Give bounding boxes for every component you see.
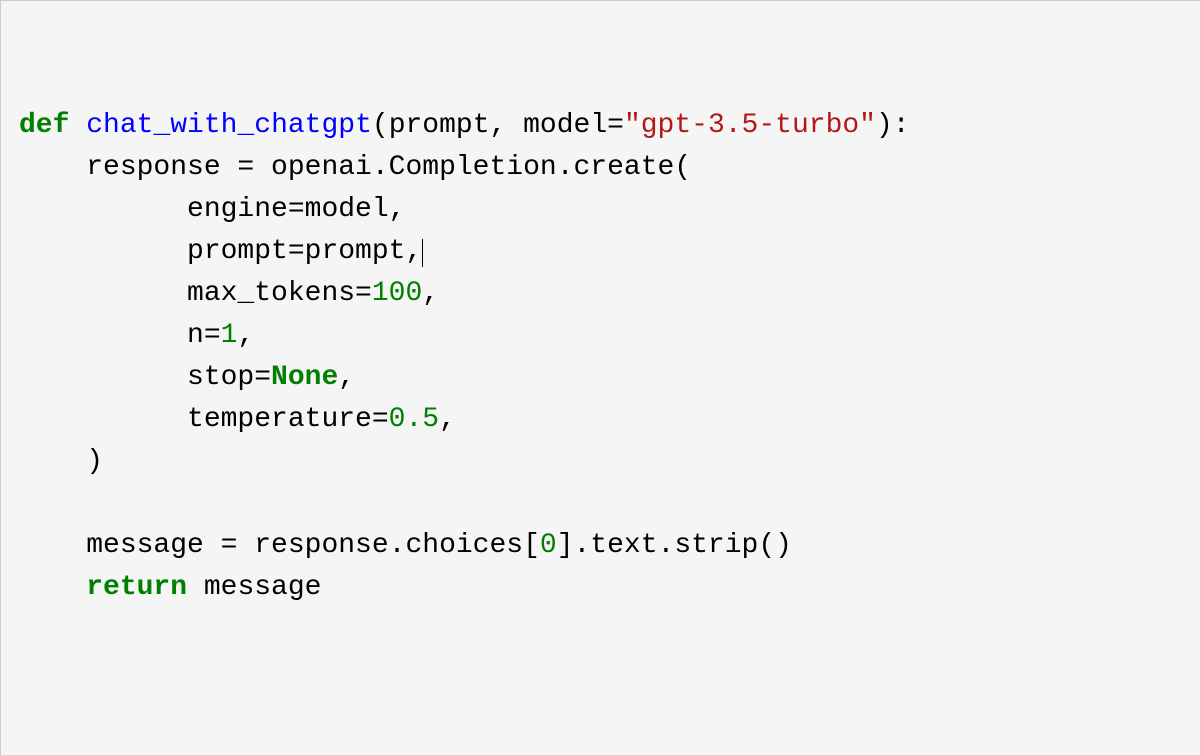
number-literal: 1 <box>221 320 238 351</box>
string-literal: "gpt-3.5-turbo" <box>624 110 876 141</box>
keyword-return: return <box>86 572 187 603</box>
number-literal: 0.5 <box>389 404 439 435</box>
const-none: None <box>271 362 338 393</box>
indent <box>19 572 86 603</box>
text-cursor <box>422 239 423 267</box>
params-close: ): <box>876 110 910 141</box>
comma: , <box>338 362 355 393</box>
code-line: max_tokens= <box>19 278 372 309</box>
code-line: prompt=prompt, <box>19 236 422 267</box>
code-line: n= <box>19 320 221 351</box>
code-line: response = openai.Completion.create( <box>19 152 691 183</box>
code-line: engine=model, <box>19 194 405 225</box>
space <box>69 110 86 141</box>
code-line: message <box>187 572 321 603</box>
code-line: ].text.strip() <box>557 530 792 561</box>
code-line: ) <box>19 446 103 477</box>
code-line: message = response.choices[ <box>19 530 540 561</box>
code-line: stop= <box>19 362 271 393</box>
code-editor[interactable]: def chat_with_chatgpt(prompt, model="gpt… <box>19 105 1182 609</box>
function-name: chat_with_chatgpt <box>86 110 372 141</box>
params-open: (prompt, model= <box>372 110 624 141</box>
number-literal: 100 <box>372 278 422 309</box>
code-line: temperature= <box>19 404 389 435</box>
keyword-def: def <box>19 110 69 141</box>
comma: , <box>237 320 254 351</box>
comma: , <box>439 404 456 435</box>
comma: , <box>422 278 439 309</box>
number-literal: 0 <box>540 530 557 561</box>
